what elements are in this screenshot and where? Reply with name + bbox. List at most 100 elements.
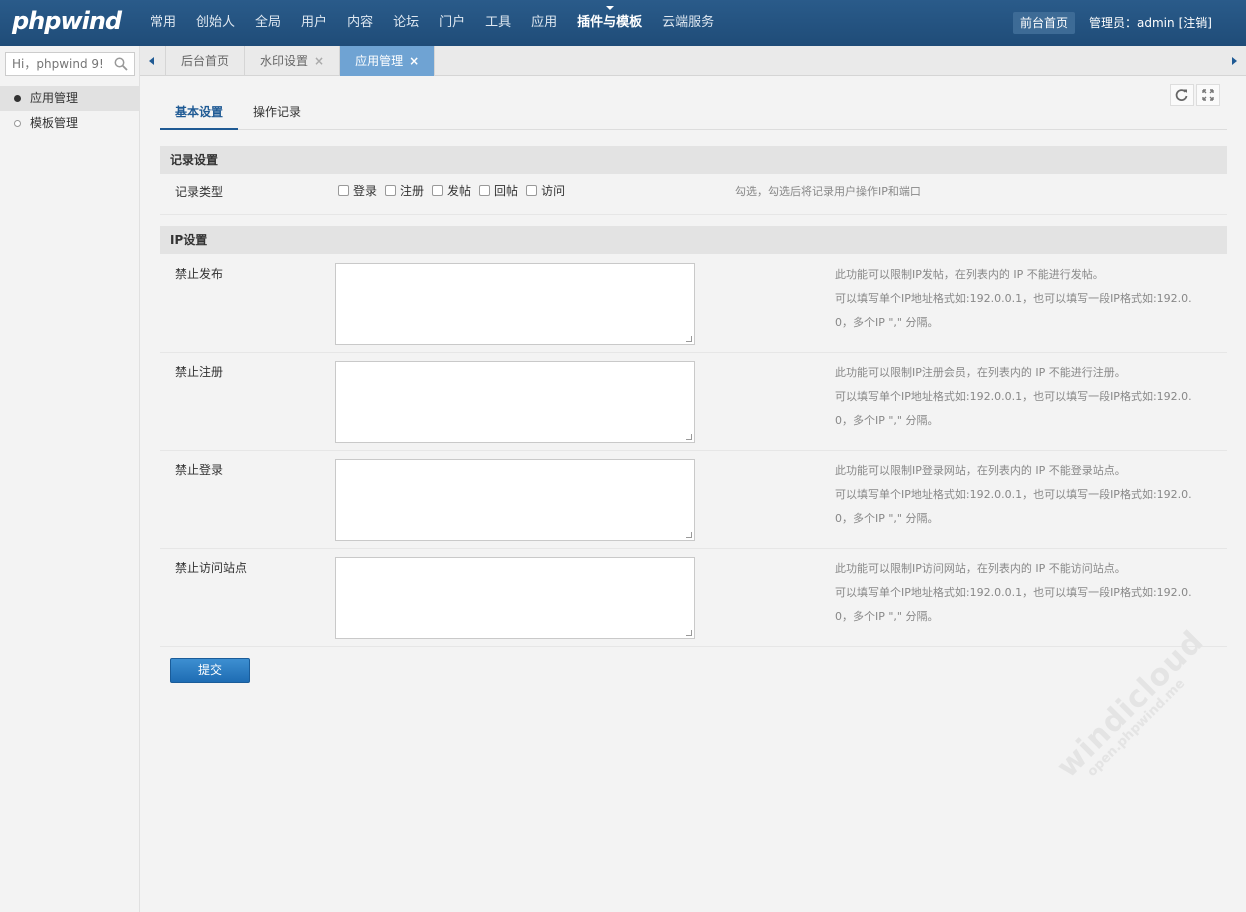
arrow-right-icon <box>1232 57 1237 65</box>
checkbox-icon <box>338 185 349 196</box>
sidebar-item-app-management[interactable]: 应用管理 <box>0 86 140 111</box>
tip-line: 可以填写单个IP地址格式如:192.0.0.1，也可以填写一段IP格式如:192… <box>835 292 1192 305</box>
tab-scroll-right-button[interactable] <box>1224 46 1244 76</box>
phpwind-logo[interactable]: phpwind <box>12 7 122 35</box>
topnav-item-forum[interactable]: 论坛 <box>383 0 429 46</box>
checkbox-label: 注册 <box>400 184 425 198</box>
resize-grip-icon[interactable] <box>686 434 692 440</box>
bullet-icon <box>14 120 21 127</box>
bullet-icon <box>14 95 21 102</box>
arrow-left-icon <box>149 57 154 65</box>
tab-label: 应用管理 <box>355 54 404 68</box>
active-caret-icon <box>605 6 614 10</box>
submit-button[interactable]: 提交 <box>170 658 250 683</box>
topnav-item-label: 插件与模板 <box>577 15 643 30</box>
tip-line: 0，多个IP "," 分隔。 <box>835 610 939 623</box>
tip-line: 可以填写单个IP地址格式如:192.0.0.1，也可以填写一段IP格式如:192… <box>835 488 1192 501</box>
tab-strip: 后台首页 水印设置 × 应用管理 × <box>140 46 1246 76</box>
tab-operation-log[interactable]: 操作记录 <box>238 98 316 130</box>
tip-line: 0，多个IP "," 分隔。 <box>835 414 939 427</box>
checkbox-reply[interactable]: 回帖 <box>479 182 518 199</box>
ban-visit-tip: 此功能可以限制IP访问网站，在列表内的 IP 不能访问站点。可以填写单个IP地址… <box>835 557 1192 629</box>
tab-basic-settings[interactable]: 基本设置 <box>160 98 239 130</box>
ban-post-tip: 此功能可以限制IP发帖，在列表内的 IP 不能进行发帖。可以填写单个IP地址格式… <box>835 263 1192 335</box>
ip-row-ban-register: 禁止注册 此功能可以限制IP注册会员，在列表内的 IP 不能进行注册。可以填写单… <box>160 353 1227 451</box>
tip-line: 此功能可以限制IP注册会员，在列表内的 IP 不能进行注册。 <box>835 366 1126 379</box>
sidebar-search <box>5 52 135 76</box>
tab-label: 后台首页 <box>181 54 230 68</box>
checkbox-post[interactable]: 发帖 <box>432 182 471 199</box>
record-type-checkboxes: 登录 注册 发帖 回帖 访问 <box>338 182 573 199</box>
ban-post-textarea[interactable] <box>335 263 695 345</box>
topnav-item-common[interactable]: 常用 <box>140 0 186 46</box>
record-type-row: 记录类型 登录 注册 发帖 回帖 访问 勾选，勾选后将记录用户操作IP和端口 <box>160 174 1227 215</box>
ip-row-ban-visit: 禁止访问站点 此功能可以限制IP访问网站，在列表内的 IP 不能访问站点。可以填… <box>160 549 1227 647</box>
topnav-item-apps[interactable]: 应用 <box>521 0 567 46</box>
section-header-ip: IP设置 <box>160 226 1227 254</box>
ban-register-textarea[interactable] <box>335 361 695 443</box>
tip-line: 此功能可以限制IP访问网站，在列表内的 IP 不能访问站点。 <box>835 562 1126 575</box>
tip-line: 可以填写单个IP地址格式如:192.0.0.1，也可以填写一段IP格式如:192… <box>835 586 1192 599</box>
tip-line: 0，多个IP "," 分隔。 <box>835 316 939 329</box>
tip-line: 0，多个IP "," 分隔。 <box>835 512 939 525</box>
checkbox-icon <box>432 185 444 196</box>
topnav-item-portal[interactable]: 门户 <box>429 0 475 46</box>
ban-visit-textarea[interactable] <box>335 557 695 639</box>
checkbox-label: 发帖 <box>447 184 472 198</box>
admin-info: 管理员：admin [注销] <box>1089 0 1212 46</box>
checkbox-register[interactable]: 注册 <box>385 182 424 199</box>
close-icon[interactable]: × <box>409 54 419 68</box>
sidebar: 应用管理 模板管理 <box>0 46 140 912</box>
sidebar-item-template-management[interactable]: 模板管理 <box>0 111 140 136</box>
ip-row-ban-login: 禁止登录 此功能可以限制IP登录网站，在列表内的 IP 不能登录站点。 可以填写单… <box>160 451 1227 549</box>
tab-watermark-settings[interactable]: 水印设置 × <box>245 46 341 76</box>
section-header-record: 记录设置 <box>160 146 1227 174</box>
top-nav: 常用 创始人 全局 用户 内容 论坛 门户 工具 应用 插件与模板 云端服务 <box>140 0 724 46</box>
topnav-item-global[interactable]: 全局 <box>245 0 291 46</box>
topnav-item-tools[interactable]: 工具 <box>475 0 521 46</box>
checkbox-icon <box>385 185 397 196</box>
topnav-item-founder[interactable]: 创始人 <box>186 0 245 46</box>
tip-line: 此功能可以限制IP登录网站，在列表内的 IP 不能登录站点。 <box>835 464 1126 477</box>
ban-register-label: 禁止注册 <box>175 365 224 379</box>
resize-grip-icon[interactable] <box>686 630 692 636</box>
checkbox-label: 登录 <box>353 184 378 198</box>
tab-admin-home[interactable]: 后台首页 <box>165 46 246 76</box>
ban-post-label: 禁止发布 <box>175 267 224 281</box>
ban-register-tip: 此功能可以限制IP注册会员，在列表内的 IP 不能进行注册。可以填写单个IP地址… <box>835 361 1192 433</box>
topnav-item-content[interactable]: 内容 <box>337 0 383 46</box>
tab-scroll-left-button[interactable] <box>142 46 162 76</box>
resize-grip-icon[interactable] <box>686 336 692 342</box>
tab-label: 水印设置 <box>260 54 309 68</box>
resize-grip-icon[interactable] <box>686 532 692 538</box>
close-icon[interactable]: × <box>314 54 324 68</box>
sidebar-menu: 应用管理 模板管理 <box>0 86 140 136</box>
record-type-tip: 勾选，勾选后将记录用户操作IP和端口 <box>735 185 921 198</box>
ban-login-textarea[interactable] <box>335 459 695 541</box>
ip-row-ban-post: 禁止发布 此功能可以限制IP发帖，在列表内的 IP 不能进行发帖。可以填写单个I… <box>160 255 1227 353</box>
sidebar-item-label: 应用管理 <box>30 91 79 105</box>
checkbox-login[interactable]: 登录 <box>338 182 377 199</box>
checkbox-label: 访问 <box>541 184 566 198</box>
ban-visit-label: 禁止访问站点 <box>175 561 248 575</box>
topnav-item-cloud[interactable]: 云端服务 <box>652 0 724 46</box>
search-icon[interactable] <box>114 57 128 71</box>
top-navbar: phpwind 常用 创始人 全局 用户 内容 论坛 门户 工具 应用 插件与模… <box>0 0 1246 46</box>
ban-login-tip: 此功能可以限制IP登录网站，在列表内的 IP 不能登录站点。可以填写单个IP地址… <box>835 459 1192 531</box>
topnav-item-users[interactable]: 用户 <box>291 0 337 46</box>
checkbox-icon <box>479 185 491 196</box>
sub-tabs: 基本设置 操作记录 <box>160 98 1227 130</box>
record-type-label: 记录类型 <box>175 185 224 199</box>
checkbox-visit[interactable]: 访问 <box>526 182 565 199</box>
search-input[interactable] <box>6 53 106 75</box>
tab-app-management[interactable]: 应用管理 × <box>340 46 436 76</box>
tab-list: 后台首页 水印设置 × 应用管理 × <box>165 46 436 76</box>
tip-line: 此功能可以限制IP发帖，在列表内的 IP 不能进行发帖。 <box>835 268 1104 281</box>
checkbox-icon <box>526 185 538 196</box>
admin-label: 管理员：admin <box>1089 16 1175 30</box>
topnav-item-plugins-templates[interactable]: 插件与模板 <box>567 0 652 46</box>
front-home-button[interactable]: 前台首页 <box>1013 12 1076 34</box>
sidebar-item-label: 模板管理 <box>30 116 79 130</box>
logout-link[interactable]: [注销] <box>1179 16 1212 30</box>
tip-line: 可以填写单个IP地址格式如:192.0.0.1，也可以填写一段IP格式如:192… <box>835 390 1192 403</box>
